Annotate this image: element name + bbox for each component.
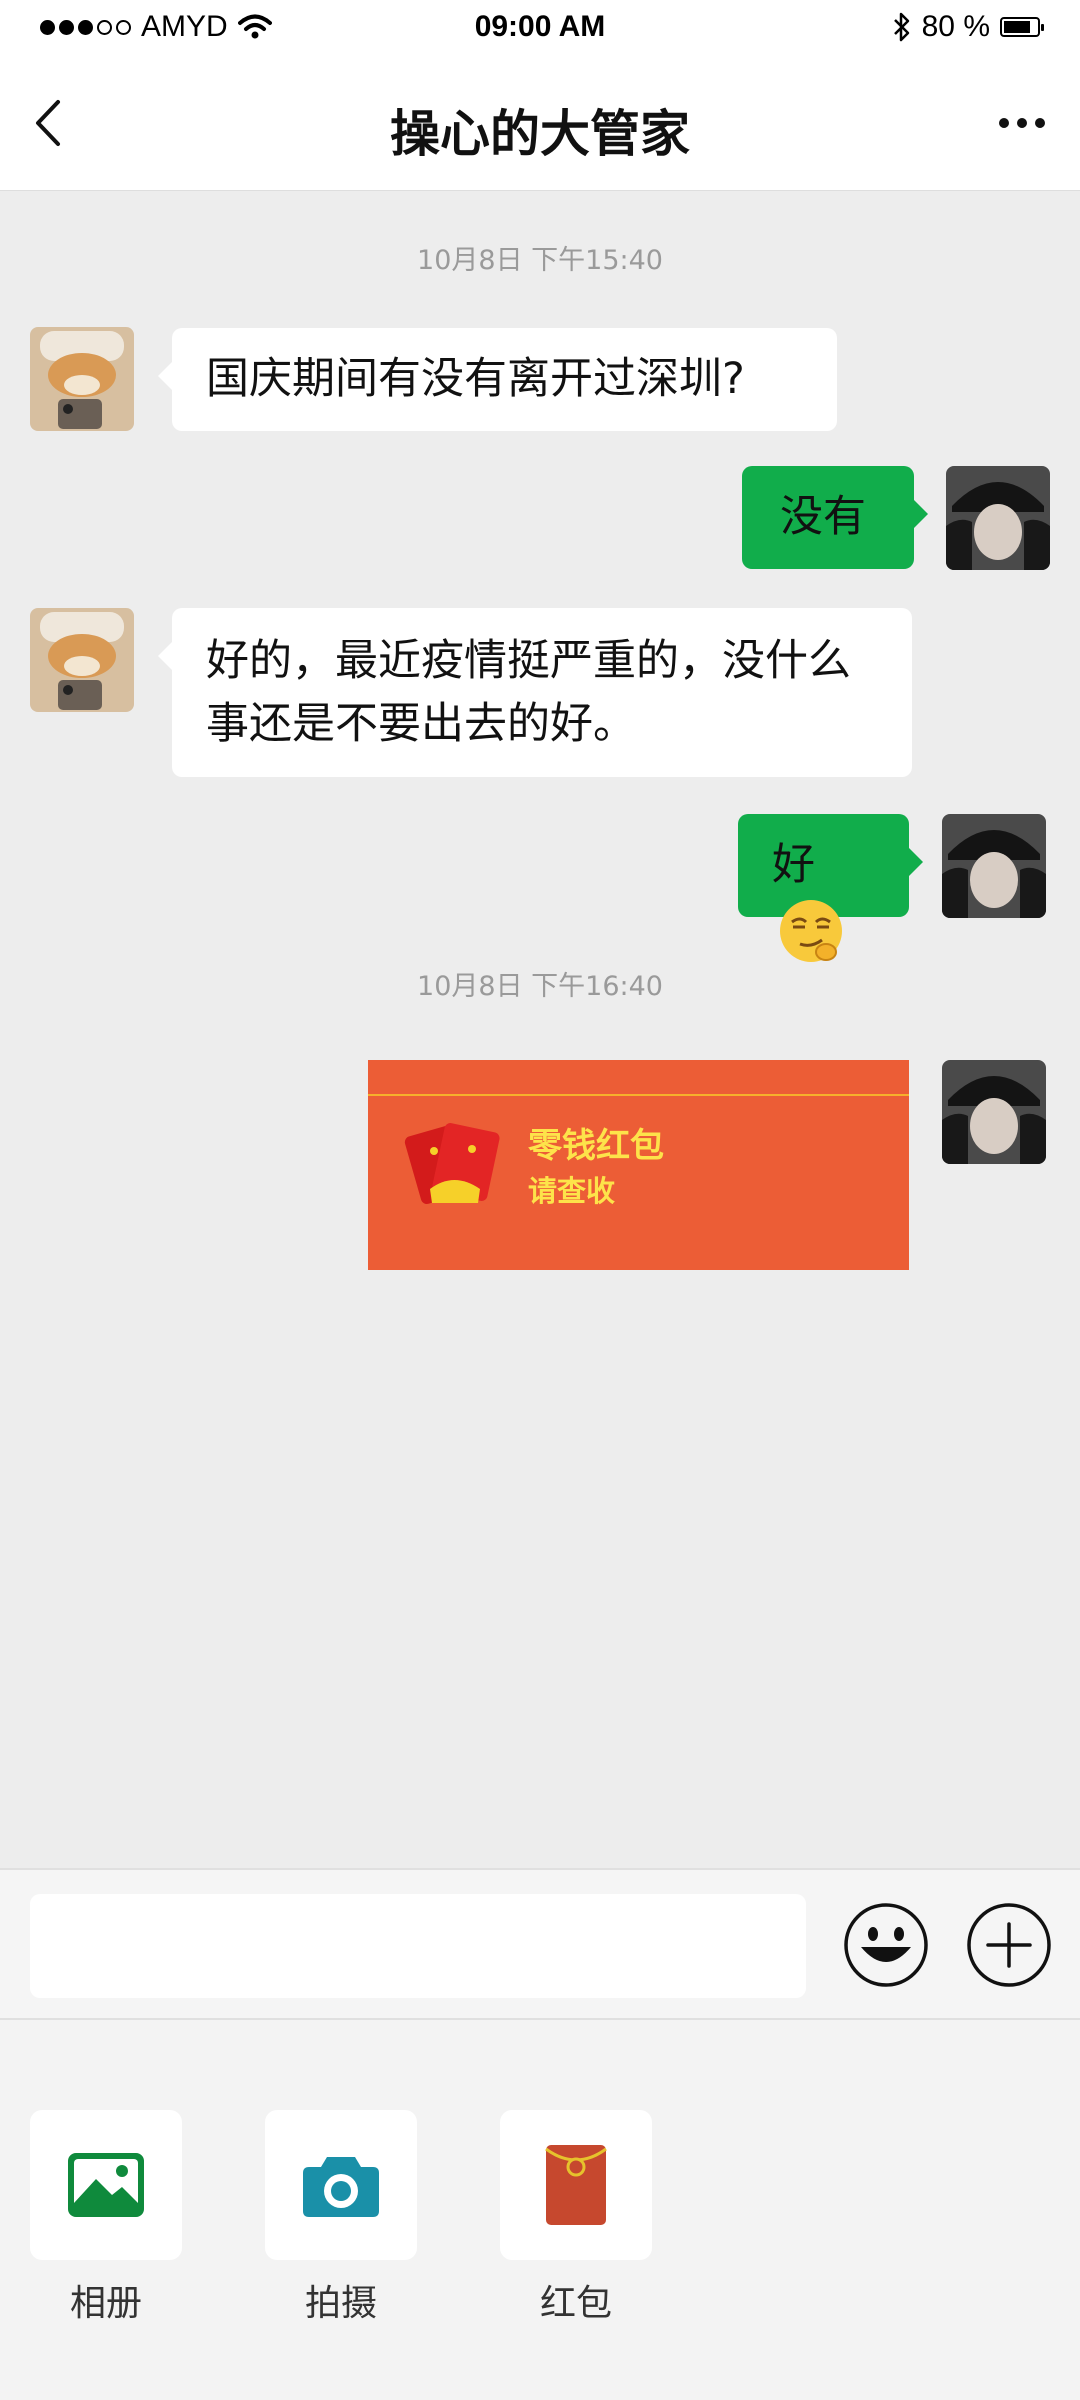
- message-bubble-outgoing[interactable]: 好: [738, 814, 923, 962]
- bluetooth-icon: [893, 12, 909, 42]
- tool-camera-button[interactable]: [265, 2110, 417, 2260]
- more-options-icon[interactable]: [992, 108, 1052, 138]
- message-timestamp: 10月8日 下午15:40: [417, 245, 663, 276]
- message-bubble-incoming[interactable]: 国庆期间有没有离开过深圳?: [158, 328, 837, 431]
- plus-button-icon[interactable]: [966, 1902, 1052, 1988]
- tool-red-packet[interactable]: 红包: [500, 2110, 652, 2326]
- tool-album[interactable]: 相册: [30, 2110, 182, 2326]
- message-text: 好的，最近疫情挺严重的，没什么事还是不要出去的好。: [206, 636, 851, 749]
- message-text: 国庆期间有没有离开过深圳?: [206, 354, 745, 404]
- red-packet-title: 零钱红包: [528, 1126, 664, 1166]
- nav-bar: 操心的大管家: [0, 58, 1080, 191]
- status-right: 80 %: [892, 10, 1044, 44]
- red-packet-divider: [368, 1094, 909, 1096]
- message-input[interactable]: [30, 1894, 806, 1998]
- contact-avatar[interactable]: [30, 327, 134, 431]
- tool-label: 相册: [69, 2283, 142, 2324]
- message-bubble-outgoing[interactable]: 没有: [742, 466, 928, 569]
- message-text: 没有: [780, 492, 866, 542]
- smirk-face-emoji: [780, 899, 842, 962]
- battery-percent: 80 %: [921, 10, 990, 43]
- my-avatar[interactable]: [942, 1060, 1046, 1164]
- emoji-button-icon[interactable]: [843, 1902, 929, 1988]
- my-avatar[interactable]: [942, 814, 1046, 918]
- input-bar: [0, 1868, 1080, 2020]
- tool-album-button[interactable]: [30, 2110, 182, 2260]
- message-timestamp: 10月8日 下午16:40: [417, 971, 663, 1002]
- chat-title: 操心的大管家: [390, 105, 690, 163]
- my-avatar[interactable]: [946, 466, 1050, 570]
- tool-label: 红包: [539, 2283, 612, 2324]
- red-packet-icon: [404, 1123, 500, 1204]
- tool-red-packet-button[interactable]: [500, 2110, 652, 2260]
- tool-label: 拍摄: [304, 2283, 377, 2324]
- red-packet-subtitle: 请查收: [528, 1174, 616, 1208]
- function-panel: 相册 拍摄 红包: [0, 2020, 1080, 2400]
- red-packet-card[interactable]: 零钱红包 请查收: [368, 1060, 909, 1270]
- battery-icon: [1000, 17, 1044, 37]
- message-text: 好: [772, 840, 815, 890]
- red-packet-icon: [545, 2145, 607, 2225]
- contact-avatar[interactable]: [30, 608, 134, 712]
- camera-icon: [303, 2157, 379, 2217]
- photo-album-icon: [68, 2153, 144, 2217]
- tool-camera[interactable]: 拍摄: [265, 2110, 417, 2326]
- message-bubble-incoming[interactable]: 好的，最近疫情挺严重的，没什么事还是不要出去的好。: [158, 608, 912, 777]
- status-bar: AMYD 09:00 AM 80 %: [0, 0, 1080, 58]
